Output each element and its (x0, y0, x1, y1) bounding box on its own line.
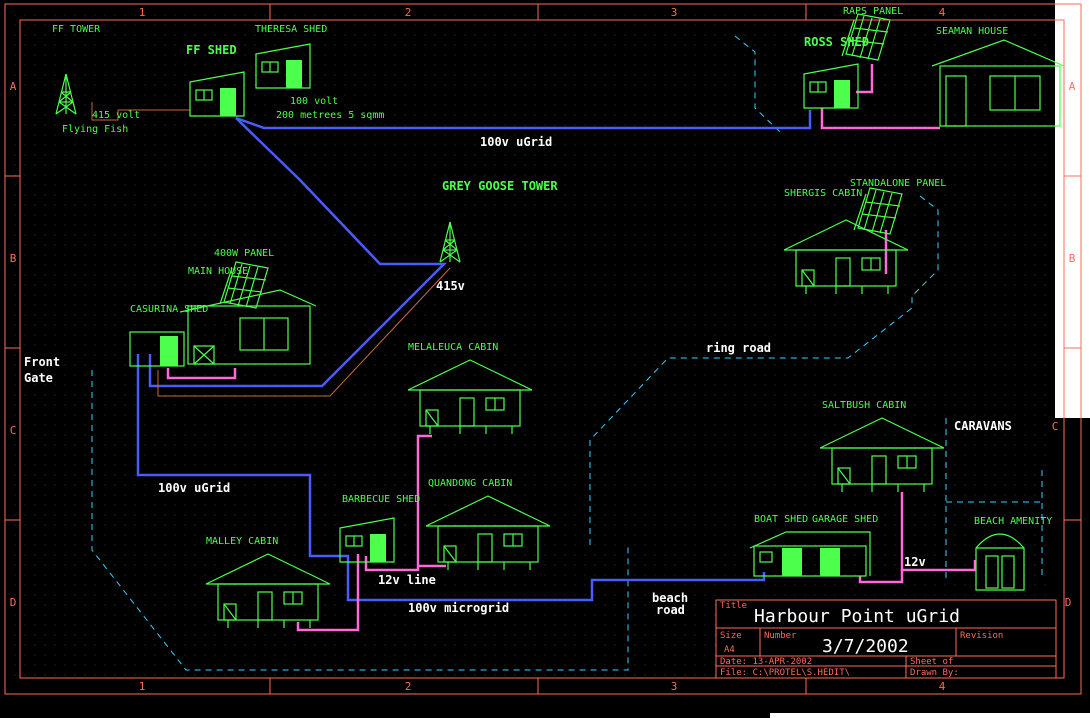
col-label-2: 2 (405, 6, 412, 19)
col-label-4-bottom: 4 (939, 680, 946, 693)
row-label-c: C (10, 424, 17, 437)
casurina-shed-label: CASURINA SHED (130, 304, 208, 315)
number-caption: Number (764, 631, 797, 641)
line-12v-label: 12v line (378, 573, 436, 587)
front-gate-label-1: Front (24, 355, 60, 369)
flying-fish-label: Flying Fish (62, 124, 128, 135)
theresa-shed-label: THERESA SHED (255, 24, 327, 35)
seaman-house-label: SEAMAN HOUSE (936, 26, 1008, 37)
ugrid-left-label: 100v uGrid (158, 481, 230, 495)
col-label-4: 4 (939, 6, 946, 19)
drawing-title: Harbour Point uGrid (754, 606, 960, 627)
shergis-cabin-label: SHERGIS CABIN (784, 188, 862, 199)
col-label-1-bottom: 1 (139, 680, 146, 693)
row-label-d-right: D (1065, 596, 1072, 609)
main-house-label: MAIN HOUSE (188, 266, 248, 277)
drawn-by-field: Drawn By: (910, 668, 959, 678)
saltbush-cabin-label: SALTBUSH CABIN (822, 400, 906, 411)
beach-amenity-label: BEACH AMENITY (974, 516, 1052, 527)
title-block: Title Harbour Point uGrid Size A4 Number… (715, 599, 1057, 679)
row-label-d: D (10, 596, 17, 609)
row-label-c-right: C (1052, 420, 1059, 433)
quandong-cabin-label: QUANDONG CABIN (428, 478, 512, 489)
ugrid-top-label: 100v uGrid (480, 135, 552, 149)
malley-cabin-label: MALLEY CABIN (206, 536, 278, 547)
ff-tower-label: FF TOWER (52, 24, 101, 35)
volt-100-label: 100 volt (290, 96, 338, 107)
garage-shed-label: GARAGE SHED (812, 514, 878, 525)
volt-415-label: 415 volt (92, 110, 140, 121)
standalone-panel-label: STANDALONE PANEL (850, 178, 946, 189)
cable-spec-label: 200 metrees 5 sqmm (276, 110, 384, 121)
date-field: Date: 13-APR-2002 (720, 657, 812, 667)
col-label-3: 3 (671, 6, 678, 19)
caravans-label: CARAVANS (954, 419, 1012, 433)
row-label-a: A (10, 80, 17, 93)
panel-400w-label: 400W PANEL (214, 248, 274, 259)
barbecue-shed-label: BARBECUE SHED (342, 494, 420, 505)
ring-road-label: ring road (706, 341, 771, 355)
row-label-b: B (10, 252, 17, 265)
grey-goose-tower-label: GREY GOOSE TOWER (442, 179, 558, 193)
col-label-1: 1 (139, 6, 146, 19)
melaleuca-cabin-label: MELALEUCA CABIN (408, 342, 498, 353)
file-field: File: C:\PROTEL\S.HEDIT\ (720, 668, 850, 678)
row-label-a-right: A (1069, 80, 1076, 93)
revision-caption: Revision (960, 631, 1003, 641)
col-label-2-bottom: 2 (405, 680, 412, 693)
volt-415v-label: 415v (436, 279, 465, 293)
size-value: A4 (724, 645, 735, 655)
front-gate-label-2: Gate (24, 371, 53, 385)
v12-label: 12v (904, 555, 926, 569)
microgrid-100v-label: 100v microgrid (408, 601, 509, 615)
title-caption: Title (720, 601, 747, 611)
raps-panel-label: RAPS PANEL (843, 6, 903, 17)
size-caption: Size (720, 631, 742, 641)
drawing-number: 3/7/2002 (822, 636, 909, 657)
row-label-b-right: B (1069, 252, 1076, 265)
sheet-field: Sheet of (910, 657, 953, 667)
site-plan-drawing: 1 2 3 4 1 2 3 4 A B C D A B C D FF TOWER… (0, 0, 1090, 718)
ross-shed-label: ROSS SHED (804, 35, 869, 49)
boat-shed-label: BOAT SHED (754, 514, 808, 525)
ff-shed-label: FF SHED (186, 43, 237, 57)
col-label-3-bottom: 3 (671, 680, 678, 693)
beach-road-label-2: road (656, 603, 685, 617)
